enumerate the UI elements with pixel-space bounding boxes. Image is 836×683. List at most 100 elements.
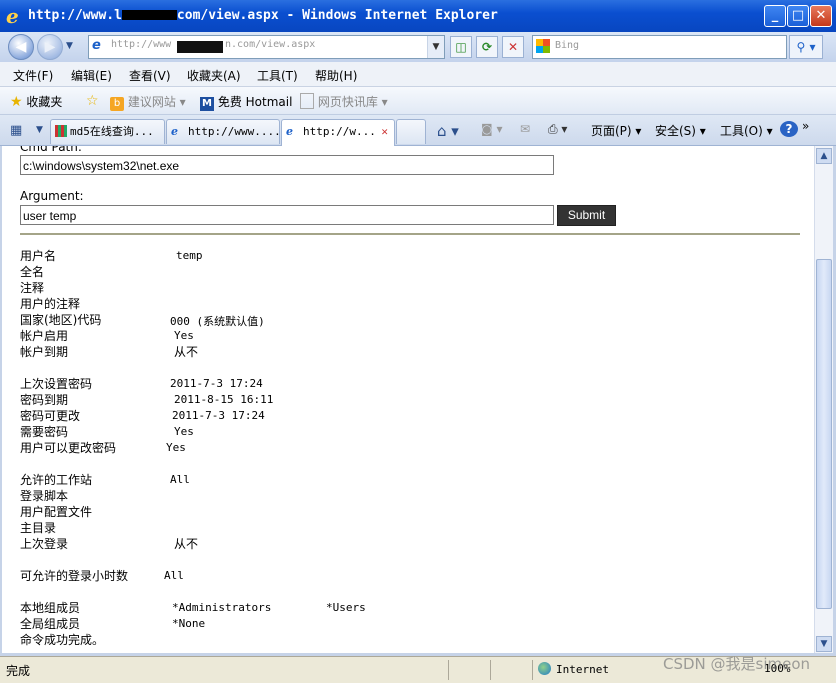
scroll-thumb[interactable]: [816, 259, 832, 609]
address-dropdown-icon[interactable]: ▼: [427, 36, 444, 58]
read-mail-icon[interactable]: ✉: [520, 122, 530, 136]
output-key: 命令成功完成。: [20, 633, 105, 647]
cmd-path-input[interactable]: c:\windows\system32\net.exe: [20, 155, 554, 175]
navigation-bar: ◀ ▶ ▼ e http://www n.com/view.aspx ▼ ◫ ⟳…: [0, 32, 836, 62]
output-key: 帐户到期: [20, 345, 69, 359]
msn-icon: M: [200, 97, 214, 111]
tab-bar: ▦ ▼ md5在线查询... e http://www.... e http://w…: [0, 115, 836, 146]
tab-http-2-active[interactable]: e http://w... ✕: [281, 119, 395, 146]
menu-bar: 文件(F) 编辑(E) 查看(V) 收藏夹(A) 工具(T) 帮助(H): [0, 62, 836, 87]
menu-file[interactable]: 文件(F): [13, 67, 53, 84]
page-icon: e: [92, 38, 101, 53]
favorites-button[interactable]: ★ 收藏夹: [10, 93, 62, 110]
suggested-sites-icon: b: [110, 97, 124, 111]
submit-button[interactable]: Submit: [557, 205, 616, 226]
output-key: 全局组成员: [20, 617, 81, 631]
favorites-bar: ★ 收藏夹 ☆ b 建议网站 ▾ M 免费 Hotmail 网页快讯库 ▾: [0, 87, 836, 115]
redacted-domain: [121, 10, 177, 20]
output-value: 000 (系统默认值): [170, 315, 265, 328]
output-value: *Users: [326, 601, 366, 614]
output-key: 本地组成员: [20, 601, 81, 615]
close-tab-icon[interactable]: ✕: [381, 120, 388, 144]
bing-icon: [536, 39, 550, 53]
page-menu[interactable]: 页面(P) ▾: [591, 122, 641, 139]
ie-logo-icon: e: [6, 4, 19, 28]
output-value: 从不: [174, 345, 199, 359]
menu-help[interactable]: 帮助(H): [315, 67, 357, 84]
output-key: 主目录: [20, 521, 57, 535]
feeds-icon[interactable]: ◙ ▾: [481, 122, 502, 136]
output-value: Yes: [166, 441, 186, 454]
minimize-button[interactable]: _: [764, 5, 786, 27]
scroll-up-icon[interactable]: ▲: [816, 148, 832, 164]
forward-button[interactable]: ▶: [37, 34, 63, 60]
argument-label: Argument:: [20, 189, 84, 203]
menu-view[interactable]: 查看(V): [129, 67, 171, 84]
output-value: *Administrators: [172, 601, 272, 614]
title-bar: e http://www.l com/view.aspx - Windows In…: [0, 0, 836, 32]
output-key: 登录脚本: [20, 489, 69, 503]
output-key: 用户的注释: [20, 297, 81, 311]
tab-http-1[interactable]: e http://www....: [166, 119, 280, 144]
output-key: 上次登录: [20, 537, 69, 551]
vertical-scrollbar[interactable]: ▲ ▼: [814, 146, 833, 653]
output-value: 从不: [174, 537, 199, 551]
output-key: 密码可更改: [20, 409, 81, 423]
md5-site-icon: [55, 125, 67, 137]
search-box[interactable]: Bing: [532, 35, 787, 59]
back-button[interactable]: ◀: [8, 34, 34, 60]
webslice-icon: [300, 93, 314, 109]
refresh-icon[interactable]: ⟳: [476, 36, 498, 58]
scroll-down-icon[interactable]: ▼: [816, 636, 832, 652]
address-bar[interactable]: e http://www n.com/view.aspx ▼: [88, 35, 445, 59]
add-favorite-icon[interactable]: ☆: [86, 93, 99, 109]
output-key: 帐户启用: [20, 329, 69, 343]
stop-icon[interactable]: ✕: [502, 36, 524, 58]
web-slice-gallery[interactable]: 网页快讯库 ▾: [300, 93, 388, 110]
help-icon[interactable]: ?: [780, 121, 798, 137]
window-title: http://www.l com/view.aspx - Windows Inte…: [28, 8, 498, 23]
menu-edit[interactable]: 编辑(E): [71, 67, 112, 84]
hotmail-link[interactable]: M 免费 Hotmail: [200, 93, 292, 111]
output-value: 2011-7-3 17:24: [170, 377, 263, 390]
cmd-path-label: Cmd Path:: [20, 146, 82, 154]
suggested-sites[interactable]: b 建议网站 ▾: [110, 93, 186, 111]
tab-list-icon[interactable]: ▼: [36, 125, 43, 135]
safety-menu[interactable]: 安全(S) ▾: [655, 122, 706, 139]
new-tab-button[interactable]: [396, 119, 426, 144]
globe-icon: [538, 662, 551, 675]
compatibility-icon[interactable]: ◫: [450, 36, 472, 58]
print-icon[interactable]: ⎙ ▾: [548, 122, 567, 137]
ie-page-icon: e: [286, 125, 293, 138]
argument-input[interactable]: user temp: [20, 205, 554, 225]
search-input[interactable]: Bing: [555, 40, 579, 51]
home-icon[interactable]: ⌂ ▾: [437, 122, 459, 140]
tab-md5[interactable]: md5在线查询...: [50, 119, 165, 144]
output-value: *None: [172, 617, 206, 630]
output-key: 上次设置密码: [20, 377, 93, 391]
tools-menu[interactable]: 工具(O) ▾: [720, 122, 773, 139]
close-button[interactable]: ✕: [810, 5, 832, 27]
quick-tabs-icon[interactable]: ▦: [10, 123, 32, 139]
star-icon: ★: [10, 94, 23, 110]
output-key: 可允许的登录小时数: [20, 569, 129, 583]
output-key: 用户名: [20, 249, 57, 263]
page-content: Cmd Path: c:\windows\system32\net.exe Ar…: [2, 146, 814, 653]
output-key: 密码到期: [20, 393, 69, 407]
security-zone: Internet: [538, 662, 609, 676]
output-key: 用户配置文件: [20, 505, 93, 519]
output-key: 注释: [20, 281, 45, 295]
history-dropdown-icon[interactable]: ▼: [66, 41, 73, 51]
output-value: Yes: [174, 329, 194, 342]
maximize-button[interactable]: □: [787, 5, 809, 27]
output-value: 2011-7-3 17:24: [172, 409, 265, 422]
output-key: 允许的工作站: [20, 473, 93, 487]
more-commands-icon[interactable]: »: [802, 119, 809, 133]
output-value: Yes: [174, 425, 194, 438]
menu-tools[interactable]: 工具(T): [257, 67, 298, 84]
output-key: 国家(地区)代码: [20, 313, 102, 327]
output-value: All: [164, 569, 184, 582]
status-text: 完成: [6, 664, 31, 678]
search-icon[interactable]: ⚲ ▾: [789, 35, 823, 59]
menu-favorites[interactable]: 收藏夹(A): [187, 67, 241, 84]
